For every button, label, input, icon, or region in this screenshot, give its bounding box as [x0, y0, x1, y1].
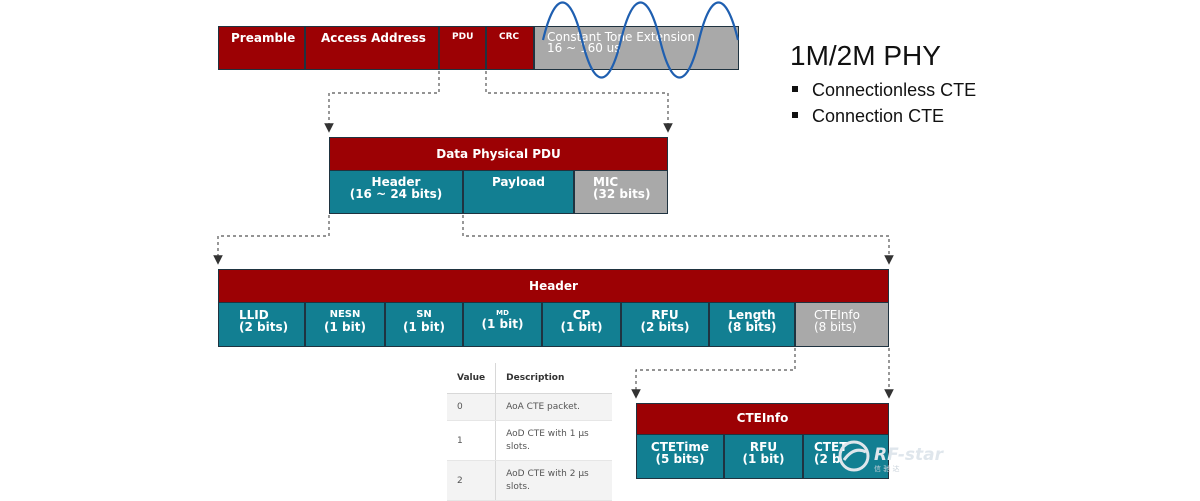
watermark-logo: RF-star 信 驰 达: [838, 436, 948, 476]
dashed-connector: [631, 348, 796, 399]
dashed-connector: [462, 215, 894, 265]
watermark-text: RF-star: [874, 445, 944, 465]
connector-overlay: [213, 1, 894, 399]
dashed-connector: [324, 71, 440, 133]
dashed-connector: [213, 215, 330, 265]
sine-wave-icon: [541, 1, 740, 79]
dashed-connector: [485, 71, 673, 133]
watermark-globe-icon: [838, 440, 870, 472]
watermark-sub: 信 驰 达: [874, 465, 900, 473]
